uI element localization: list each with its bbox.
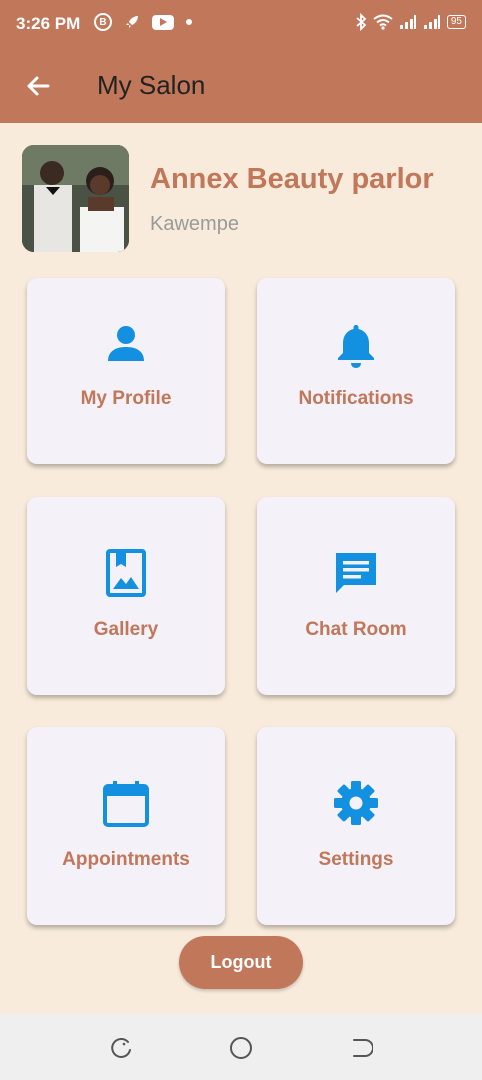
- signal-icon: [423, 15, 440, 29]
- card-label: Settings: [318, 849, 394, 870]
- signal-icon: [399, 15, 416, 29]
- appointments-card[interactable]: Appointments: [27, 727, 225, 925]
- salon-name: Annex Beauty parlor: [150, 163, 434, 195]
- page-title: My Salon: [97, 70, 206, 100]
- status-bar: 3:26 PM B 95: [0, 0, 482, 50]
- back-icon[interactable]: [349, 1036, 373, 1060]
- wifi-icon: [373, 14, 393, 30]
- chat-icon: [336, 553, 376, 593]
- settings-card[interactable]: Settings: [257, 727, 455, 925]
- dot-icon: [186, 19, 192, 25]
- system-nav-bar: [0, 1014, 482, 1080]
- card-label: Appointments: [62, 849, 190, 870]
- photo-album-icon: [106, 549, 146, 597]
- salon-location: Kawempe: [150, 213, 239, 235]
- logout-button[interactable]: Logout: [179, 936, 303, 989]
- chat-room-card[interactable]: Chat Room: [257, 497, 455, 695]
- arrow-back-icon[interactable]: [24, 72, 52, 100]
- b-icon: B: [94, 13, 112, 31]
- status-time: 3:26 PM: [16, 14, 81, 33]
- calendar-icon: [103, 781, 149, 827]
- card-label: My Profile: [80, 388, 172, 409]
- home-icon[interactable]: [229, 1036, 253, 1060]
- recents-icon[interactable]: [109, 1036, 133, 1060]
- my-profile-card[interactable]: My Profile: [27, 278, 225, 464]
- card-label: Notifications: [298, 388, 414, 409]
- card-label: Gallery: [93, 619, 159, 640]
- status-icons-right: 95: [355, 13, 466, 31]
- bell-icon: [338, 325, 374, 368]
- gear-icon: [334, 781, 378, 825]
- salon-avatar: [22, 145, 129, 252]
- card-label: Chat Room: [305, 619, 407, 640]
- gallery-card[interactable]: Gallery: [27, 497, 225, 695]
- youtube-icon: [152, 14, 174, 30]
- notifications-card[interactable]: Notifications: [257, 278, 455, 464]
- battery-icon: 95: [446, 15, 466, 29]
- person-icon: [108, 326, 144, 361]
- bluetooth-icon: [356, 13, 367, 31]
- status-icons-left: B: [94, 13, 192, 31]
- rocket-icon: [126, 16, 138, 28]
- app-bar: My Salon: [0, 50, 482, 123]
- salon-header: Annex Beauty parlor Kawempe: [22, 145, 462, 253]
